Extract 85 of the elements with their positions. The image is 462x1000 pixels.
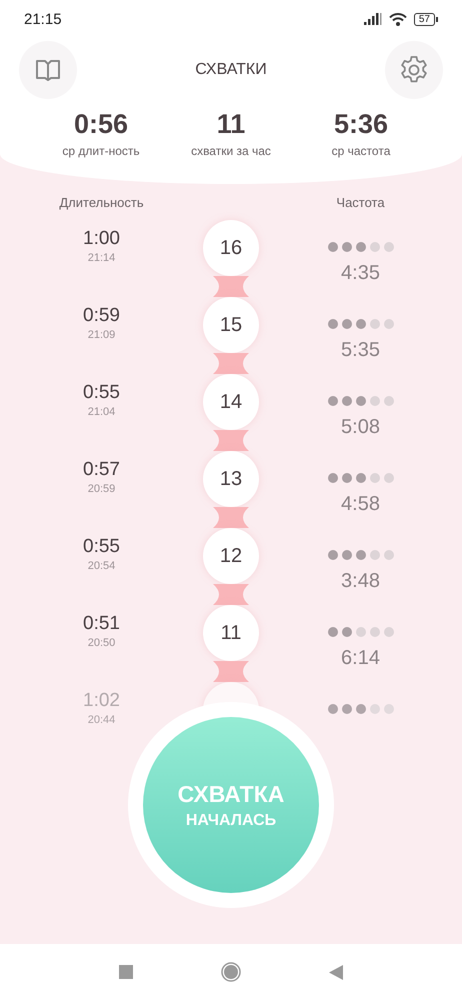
contraction-number: 13 — [203, 451, 259, 507]
signal-icon — [364, 13, 382, 25]
rating-dot — [342, 550, 352, 560]
rating-dot — [384, 704, 394, 714]
rating-dot — [328, 396, 338, 406]
rating-dot — [342, 396, 352, 406]
rating-dot — [384, 242, 394, 252]
chain-link — [213, 430, 249, 451]
interval-value: 6:14 — [341, 647, 380, 670]
status-time: 21:15 — [24, 10, 62, 28]
start-time: 20:44 — [88, 714, 116, 726]
rating-dot — [328, 627, 338, 637]
rating-dot — [384, 550, 394, 560]
duration-value: 0:51 — [83, 613, 120, 635]
rating-dot — [342, 473, 352, 483]
rating-dot — [384, 473, 394, 483]
rating-dot — [356, 242, 366, 252]
settings-icon — [398, 55, 429, 85]
rating-dot — [370, 473, 380, 483]
rating-dot — [356, 627, 366, 637]
chain-link — [213, 584, 249, 605]
start-contraction-button[interactable]: СХВАТКА НАЧАЛАСЬ — [143, 717, 319, 893]
rating-dot — [356, 396, 366, 406]
contraction-number: 16 — [203, 220, 259, 276]
rating-dot — [356, 550, 366, 560]
rating-dot — [370, 242, 380, 252]
rating-dot — [384, 396, 394, 406]
stat-label: схватки за час — [191, 144, 271, 158]
chain-link — [213, 661, 249, 682]
interval-value: 4:35 — [341, 262, 380, 285]
interval-value: 3:48 — [341, 570, 380, 593]
duration-value: 0:59 — [83, 305, 120, 327]
start-time: 21:09 — [88, 329, 116, 341]
rating-dot — [342, 242, 352, 252]
duration-value: 0:55 — [83, 382, 120, 404]
rating-dot — [370, 550, 380, 560]
interval-value: 4:58 — [341, 493, 380, 516]
rating-dot — [342, 704, 352, 714]
column-header: Длительность — [58, 194, 145, 210]
rating-dot — [342, 319, 352, 329]
rating-dot — [384, 627, 394, 637]
rating-dot — [356, 319, 366, 329]
rating-dot — [328, 473, 338, 483]
duration-value: 0:57 — [83, 459, 120, 481]
stat-label: ср частота — [332, 144, 390, 158]
column-header: Частота — [335, 194, 386, 210]
chain-link — [213, 353, 249, 374]
contraction-number: 11 — [203, 605, 259, 661]
interval-value: 5:35 — [341, 339, 380, 362]
stat-value: 5:36 — [334, 109, 388, 140]
wifi-icon — [388, 12, 407, 26]
stat-value: 11 — [216, 109, 246, 140]
start-time: 20:59 — [88, 483, 116, 495]
contraction-number: 15 — [203, 297, 259, 353]
rating-dot — [328, 242, 338, 252]
duration-value: 0:55 — [83, 536, 120, 558]
rating-dot — [370, 319, 380, 329]
rating-dot — [384, 319, 394, 329]
duration-value: 1:02 — [83, 690, 120, 712]
duration-value: 1:00 — [83, 228, 120, 250]
chain-link — [213, 507, 249, 528]
screen-title: СХВАТКИ — [195, 61, 267, 79]
start-time: 20:50 — [88, 637, 116, 649]
chain-link — [213, 276, 249, 297]
back-icon[interactable] — [329, 964, 343, 980]
rating-dot — [342, 627, 352, 637]
rating-dot — [370, 396, 380, 406]
home-icon[interactable] — [221, 962, 241, 982]
stat-label: ср длит-ность — [62, 144, 140, 158]
stat-value: 0:56 — [74, 109, 128, 140]
rating-dot — [328, 550, 338, 560]
start-time: 21:14 — [88, 252, 116, 264]
contraction-number: 12 — [203, 528, 259, 584]
interval-value: 5:08 — [341, 416, 380, 439]
rating-dot — [328, 319, 338, 329]
rating-dot — [370, 627, 380, 637]
start-time: 20:54 — [88, 560, 116, 572]
rating-dot — [370, 704, 380, 714]
battery-icon: 57 — [414, 12, 438, 26]
contraction-number: 14 — [203, 374, 259, 430]
rating-dot — [356, 704, 366, 714]
rating-dot — [356, 473, 366, 483]
book-icon — [35, 59, 61, 81]
start-time: 21:04 — [88, 406, 116, 418]
rating-dot — [328, 704, 338, 714]
